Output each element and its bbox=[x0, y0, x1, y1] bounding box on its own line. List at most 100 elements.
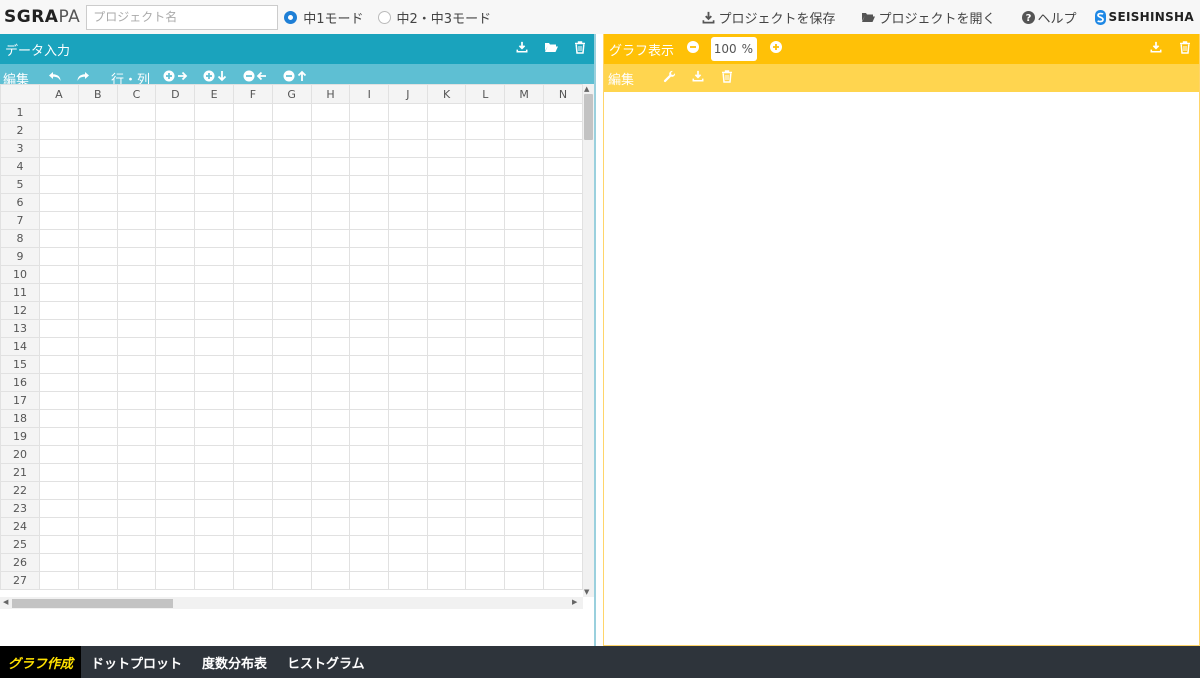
row-header[interactable]: 1 bbox=[0, 103, 41, 122]
grid-cell[interactable] bbox=[310, 553, 351, 572]
row-header[interactable]: 16 bbox=[0, 373, 41, 392]
grid-cell[interactable] bbox=[194, 499, 235, 518]
grid-cell[interactable] bbox=[388, 355, 428, 374]
grid-cell[interactable] bbox=[77, 337, 118, 356]
grid-cell[interactable] bbox=[116, 409, 157, 428]
grid-cell[interactable] bbox=[271, 103, 312, 122]
grid-cell[interactable] bbox=[349, 445, 390, 464]
grid-cell[interactable] bbox=[116, 553, 157, 572]
grid-cell[interactable] bbox=[233, 535, 273, 554]
grid-cell[interactable] bbox=[116, 445, 157, 464]
data-clear-button[interactable] bbox=[565, 34, 594, 64]
grid-cell[interactable] bbox=[388, 535, 428, 554]
grid-cell[interactable] bbox=[543, 229, 583, 248]
grid-cell[interactable] bbox=[271, 499, 312, 518]
grid-cell[interactable] bbox=[465, 445, 506, 464]
grid-cell[interactable] bbox=[504, 265, 545, 284]
grid-cell[interactable] bbox=[504, 139, 545, 158]
grid-cell[interactable] bbox=[77, 481, 118, 500]
grid-cell[interactable] bbox=[39, 535, 79, 554]
grid-cell[interactable] bbox=[233, 103, 273, 122]
grid-cell[interactable] bbox=[388, 301, 428, 320]
grid-cell[interactable] bbox=[39, 103, 79, 122]
grid-cell[interactable] bbox=[465, 409, 506, 428]
grid-cell[interactable] bbox=[388, 499, 428, 518]
grid-cell[interactable] bbox=[155, 355, 196, 374]
grid-cell[interactable] bbox=[233, 481, 273, 500]
grid-cell[interactable] bbox=[39, 229, 79, 248]
grid-cell[interactable] bbox=[271, 463, 312, 482]
grid-cell[interactable] bbox=[271, 301, 312, 320]
grid-cell[interactable] bbox=[39, 427, 79, 446]
grid-cell[interactable] bbox=[39, 175, 79, 194]
column-header[interactable]: H bbox=[310, 84, 351, 104]
grid-cell[interactable] bbox=[543, 535, 583, 554]
grid-cell[interactable] bbox=[39, 499, 79, 518]
row-header[interactable]: 21 bbox=[0, 463, 41, 482]
grid-cell[interactable] bbox=[310, 355, 351, 374]
bottom-tab[interactable]: ヒストグラム bbox=[277, 646, 375, 678]
grid-cell[interactable] bbox=[543, 373, 583, 392]
grid-cell[interactable] bbox=[271, 517, 312, 536]
grid-cell[interactable] bbox=[349, 553, 390, 572]
grid-cell[interactable] bbox=[155, 193, 196, 212]
grid-cell[interactable] bbox=[426, 427, 467, 446]
grid-cell[interactable] bbox=[39, 193, 79, 212]
grid-cell[interactable] bbox=[194, 211, 235, 230]
grid-cell[interactable] bbox=[77, 319, 118, 338]
grid-cell[interactable] bbox=[271, 445, 312, 464]
column-header[interactable]: J bbox=[388, 84, 428, 104]
grid-cell[interactable] bbox=[77, 445, 118, 464]
grid-cell[interactable] bbox=[349, 481, 390, 500]
grid-cell[interactable] bbox=[504, 283, 545, 302]
grid-cell[interactable] bbox=[194, 193, 235, 212]
grid-cell[interactable] bbox=[77, 301, 118, 320]
grid-cell[interactable] bbox=[426, 175, 467, 194]
grid-cell[interactable] bbox=[349, 175, 390, 194]
grid-cell[interactable] bbox=[465, 139, 506, 158]
grid-cell[interactable] bbox=[426, 265, 467, 284]
grid-cell[interactable] bbox=[194, 139, 235, 158]
column-header[interactable]: G bbox=[271, 84, 312, 104]
scroll-up-arrow-icon[interactable]: ▲ bbox=[584, 85, 589, 93]
grid-cell[interactable] bbox=[271, 337, 312, 356]
grid-cell[interactable] bbox=[39, 265, 79, 284]
grid-cell[interactable] bbox=[233, 121, 273, 140]
grid-cell[interactable] bbox=[233, 517, 273, 536]
grid-cell[interactable] bbox=[77, 463, 118, 482]
grid-cell[interactable] bbox=[349, 157, 390, 176]
grid-cell[interactable] bbox=[426, 247, 467, 266]
grid-cell[interactable] bbox=[426, 445, 467, 464]
grid-cell[interactable] bbox=[194, 301, 235, 320]
open-project-button[interactable]: プロジェクトを開く bbox=[861, 8, 996, 27]
grid-cell[interactable] bbox=[116, 283, 157, 302]
grid-cell[interactable] bbox=[194, 265, 235, 284]
grid-cell[interactable] bbox=[77, 175, 118, 194]
grid-cell[interactable] bbox=[543, 211, 583, 230]
grid-cell[interactable] bbox=[77, 103, 118, 122]
grid-cell[interactable] bbox=[155, 337, 196, 356]
grid-cell[interactable] bbox=[504, 499, 545, 518]
grid-cell[interactable] bbox=[155, 409, 196, 428]
grid-cell[interactable] bbox=[155, 301, 196, 320]
grid-cell[interactable] bbox=[310, 157, 351, 176]
grid-cell[interactable] bbox=[155, 391, 196, 410]
grid-cell[interactable] bbox=[543, 247, 583, 266]
grid-cell[interactable] bbox=[194, 103, 235, 122]
grid-cell[interactable] bbox=[39, 463, 79, 482]
grid-cell[interactable] bbox=[39, 409, 79, 428]
bottom-tab[interactable]: ドットプロット bbox=[81, 646, 192, 678]
grid-cell[interactable] bbox=[465, 247, 506, 266]
grid-cell[interactable] bbox=[194, 355, 235, 374]
grid-cell[interactable] bbox=[271, 571, 312, 590]
grid-cell[interactable] bbox=[271, 175, 312, 194]
data-open-button[interactable] bbox=[536, 34, 565, 64]
grid-cell[interactable] bbox=[465, 391, 506, 410]
graph-canvas[interactable] bbox=[604, 92, 1199, 645]
grid-cell[interactable] bbox=[465, 121, 506, 140]
column-header[interactable]: I bbox=[349, 84, 390, 104]
grid-cell[interactable] bbox=[271, 211, 312, 230]
grid-cell[interactable] bbox=[155, 373, 196, 392]
grid-cell[interactable] bbox=[155, 319, 196, 338]
grid-cell[interactable] bbox=[388, 175, 428, 194]
